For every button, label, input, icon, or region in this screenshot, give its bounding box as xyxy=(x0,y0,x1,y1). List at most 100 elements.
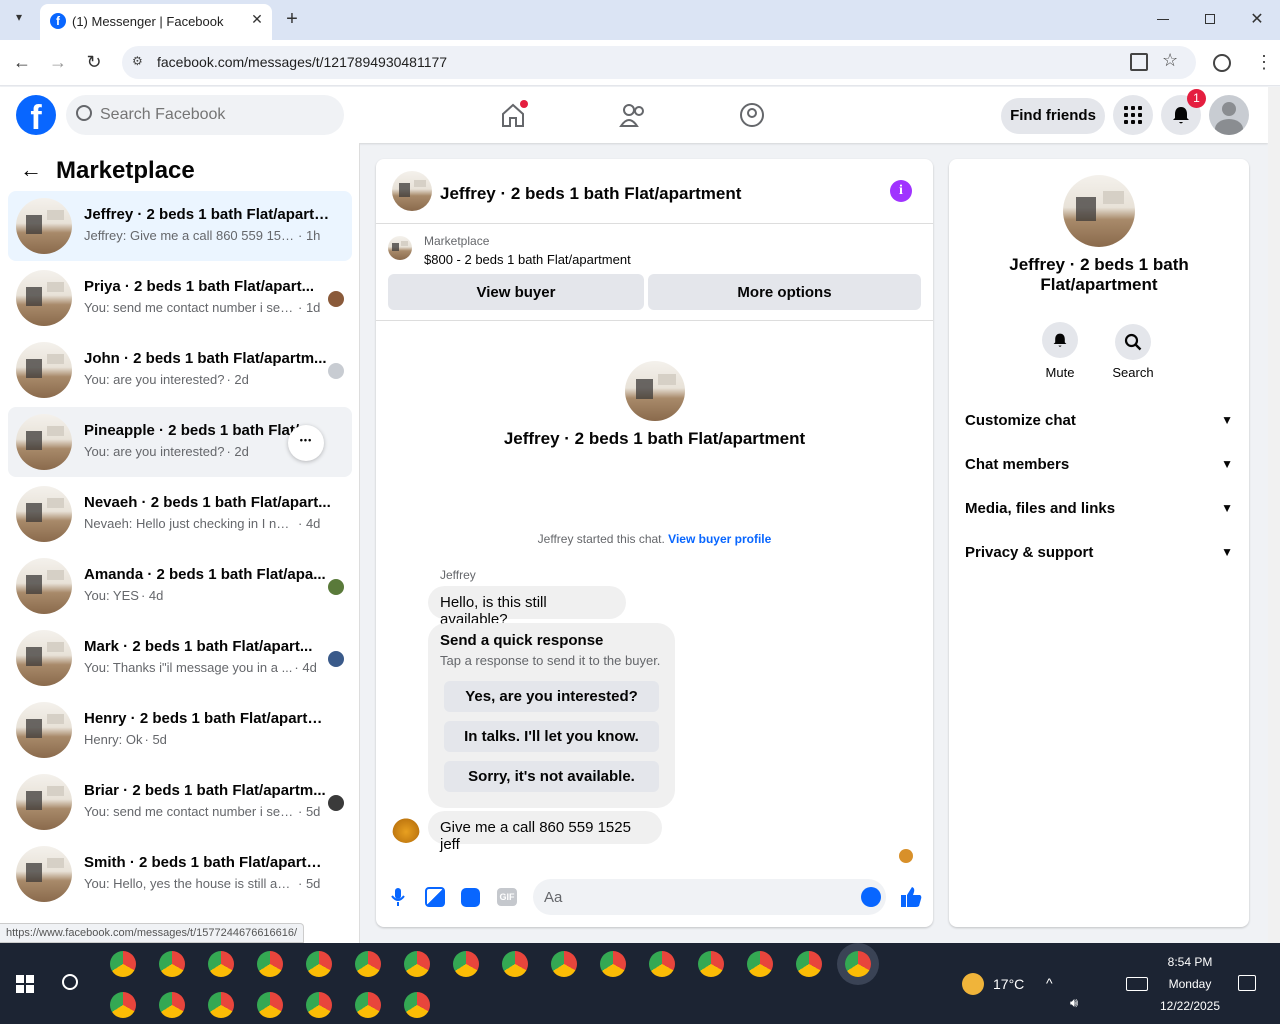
privacy-support-section[interactable]: Privacy & support ▼ xyxy=(965,538,1233,566)
close-tab-icon[interactable]: ✕ xyxy=(248,10,266,28)
keyboard-icon[interactable] xyxy=(1126,977,1148,991)
restore-icon[interactable] xyxy=(1205,14,1215,24)
conversation-item[interactable]: Jeffrey · 2 beds 1 bath Flat/apartm... Je… xyxy=(8,191,352,261)
chrome-profile-icon[interactable] xyxy=(355,951,381,977)
chrome-profile-icon[interactable] xyxy=(649,951,675,977)
install-app-icon[interactable] xyxy=(1130,53,1148,71)
chat-members-section[interactable]: Chat members ▼ xyxy=(965,450,1233,478)
reload-icon[interactable]: ↻ xyxy=(84,52,104,72)
search-chat-icon[interactable] xyxy=(1115,324,1151,360)
chrome-profile-icon[interactable] xyxy=(747,951,773,977)
chrome-profile-icon[interactable] xyxy=(404,951,430,977)
mute-bell-icon[interactable] xyxy=(1042,322,1078,358)
address-bar[interactable]: ⚙ facebook.com/messages/t/12178949304811… xyxy=(122,46,1196,79)
chat-header-avatar[interactable] xyxy=(392,171,432,211)
quick-response-in-talks[interactable]: In talks. I'll let you know. xyxy=(444,721,659,752)
home-icon[interactable] xyxy=(500,100,528,128)
menu-grid-icon[interactable] xyxy=(1113,95,1153,135)
chrome-profile-icon[interactable] xyxy=(600,951,626,977)
chrome-profile-icon[interactable] xyxy=(796,951,822,977)
chrome-profile-icon[interactable] xyxy=(306,992,332,1018)
like-thumb-icon[interactable] xyxy=(900,886,922,908)
conversation-item[interactable]: Mark · 2 beds 1 bath Flat/apart... You: T… xyxy=(8,623,352,693)
message-bubble[interactable]: Hello, is this still available? xyxy=(428,586,626,628)
info-icon[interactable]: i xyxy=(890,180,912,202)
quick-response-sorry[interactable]: Sorry, it's not available. xyxy=(444,761,659,792)
account-avatar[interactable] xyxy=(1209,95,1249,135)
conversation-time: · 5d xyxy=(298,804,321,819)
gallery-icon[interactable] xyxy=(425,887,445,907)
show-hidden-icons-icon[interactable]: ^ xyxy=(1046,975,1053,991)
minimize-icon[interactable] xyxy=(1157,19,1169,20)
search-input[interactable] xyxy=(100,105,330,125)
facebook-logo-icon[interactable]: f xyxy=(16,95,56,135)
view-buyer-button[interactable]: View buyer xyxy=(388,274,644,310)
bookmark-star-icon[interactable]: ☆ xyxy=(1162,50,1178,71)
conversation-item[interactable]: Priya · 2 beds 1 bath Flat/apart... You: … xyxy=(8,263,352,333)
more-options-button[interactable]: More options xyxy=(648,274,921,310)
conversation-item[interactable]: Nevaeh · 2 beds 1 bath Flat/apart... Neva… xyxy=(8,479,352,549)
view-buyer-profile-link[interactable]: View buyer profile xyxy=(668,532,771,546)
taskbar-search-icon[interactable] xyxy=(62,974,78,990)
friends-icon[interactable] xyxy=(619,102,647,128)
chat-header-title[interactable]: Jeffrey · 2 beds 1 bath Flat/apartment xyxy=(440,184,741,204)
windows-start-icon[interactable] xyxy=(16,975,34,993)
conversation-item[interactable]: John · 2 beds 1 bath Flat/apartm... You: … xyxy=(8,335,352,405)
sticker-icon[interactable] xyxy=(461,888,480,907)
volume-icon[interactable]: 🔊︎ xyxy=(1070,995,1078,1011)
chrome-profile-icon[interactable] xyxy=(159,951,185,977)
chrome-profile-icon[interactable] xyxy=(208,992,234,1018)
page-scrollbar[interactable] xyxy=(1268,87,1280,943)
chrome-profile-icon[interactable] xyxy=(698,951,724,977)
chrome-profile-icon[interactable] xyxy=(404,992,430,1018)
seen-avatar xyxy=(328,579,344,595)
back-arrow-icon[interactable]: ← xyxy=(20,157,42,183)
chrome-profile-icon[interactable] xyxy=(208,951,234,977)
read-receipt-avatar xyxy=(899,849,913,863)
back-icon[interactable]: ← xyxy=(12,52,32,72)
chrome-profile-icon[interactable] xyxy=(551,951,577,977)
chrome-profile-icon[interactable] xyxy=(355,992,381,1018)
customize-chat-section[interactable]: Customize chat ▼ xyxy=(965,406,1233,434)
quick-response-title: Send a quick response xyxy=(440,632,604,649)
chrome-profile-icon[interactable] xyxy=(257,992,283,1018)
message-bubble[interactable]: Give me a call 860 559 1525 jeff xyxy=(428,811,662,853)
chrome-profile-icon[interactable] xyxy=(159,992,185,1018)
forward-icon[interactable]: → xyxy=(48,52,68,72)
clock-time[interactable]: 8:54 PM xyxy=(1160,955,1220,969)
chrome-profile-icon[interactable] xyxy=(453,951,479,977)
chrome-profile-icon[interactable] xyxy=(845,951,871,977)
app-icon[interactable] xyxy=(110,951,136,977)
microphone-icon[interactable] xyxy=(390,887,406,907)
notification-center-icon[interactable] xyxy=(1238,975,1256,991)
browser-menu-icon[interactable]: ⋮ xyxy=(1255,52,1273,72)
weather-temp[interactable]: 17°C xyxy=(993,976,1024,992)
conversation-item[interactable]: Henry · 2 beds 1 bath Flat/apartme... Hen… xyxy=(8,695,352,765)
conversation-item[interactable]: Amanda · 2 beds 1 bath Flat/apa... You: Y… xyxy=(8,551,352,621)
chrome-profile-icon[interactable] xyxy=(306,951,332,977)
chrome-profile-icon[interactable] xyxy=(502,951,528,977)
more-options-dots-icon[interactable]: ••• xyxy=(288,425,324,461)
message-input[interactable]: Aa xyxy=(533,879,886,915)
search-label: Search xyxy=(1112,365,1154,380)
conversation-item[interactable]: Pineapple · 2 beds 1 bath Flat/a... You: … xyxy=(8,407,352,477)
media-files-section[interactable]: Media, files and links ▼ xyxy=(965,494,1233,522)
emoji-icon[interactable] xyxy=(861,887,881,907)
browser-tab[interactable]: f (1) Messenger | Facebook ✕ xyxy=(40,4,272,40)
conversation-item[interactable]: Briar · 2 beds 1 bath Flat/apartm... You:… xyxy=(8,767,352,837)
chrome-profile-icon[interactable] xyxy=(110,992,136,1018)
close-window-icon[interactable]: ✕ xyxy=(1248,9,1266,29)
quick-response-yes[interactable]: Yes, are you interested? xyxy=(444,681,659,712)
conversation-avatar xyxy=(16,486,72,542)
site-info-icon[interactable]: ⚙ xyxy=(132,54,148,70)
conversation-item[interactable]: Smith · 2 beds 1 bath Flat/apartment You:… xyxy=(8,839,352,909)
profile-icon[interactable] xyxy=(1213,54,1231,72)
gif-icon[interactable]: GIF xyxy=(497,888,517,906)
chrome-profile-icon[interactable] xyxy=(257,951,283,977)
find-friends-button[interactable]: Find friends xyxy=(1001,98,1105,134)
groups-icon[interactable] xyxy=(739,102,765,128)
listing-thumb[interactable] xyxy=(388,236,412,260)
search-box[interactable] xyxy=(66,95,344,135)
tab-list-icon[interactable]: ▾ xyxy=(8,10,30,30)
new-tab-icon[interactable]: + xyxy=(282,9,302,29)
